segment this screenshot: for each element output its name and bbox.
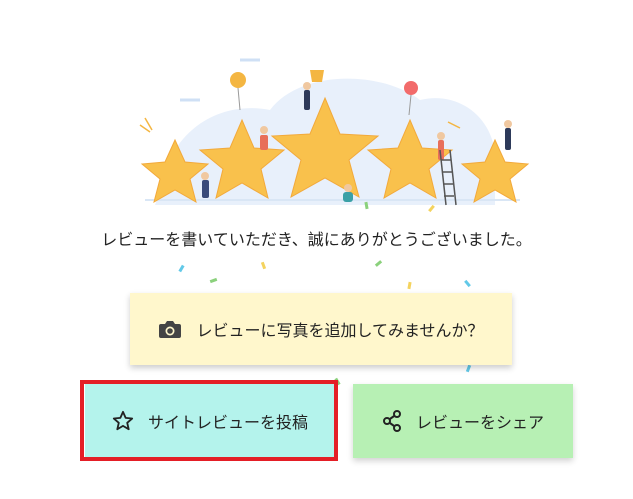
camera-icon bbox=[158, 319, 182, 339]
add-photo-label: レビューに写真を追加してみませんか？ bbox=[196, 321, 484, 340]
share-icon bbox=[382, 410, 402, 432]
post-site-review-label: サイトレビューを投稿 bbox=[147, 413, 308, 432]
confetti bbox=[209, 277, 218, 284]
confetti bbox=[465, 364, 472, 373]
star-icon bbox=[112, 410, 134, 432]
review-stars-illustration bbox=[139, 58, 530, 206]
confetti bbox=[334, 377, 341, 386]
confetti bbox=[260, 261, 267, 270]
share-review-label: レビューをシェア bbox=[415, 413, 544, 432]
confetti bbox=[464, 279, 471, 288]
share-review-button[interactable]: レビューをシェア bbox=[353, 384, 573, 458]
post-site-review-button[interactable]: サイトレビューを投稿 bbox=[85, 384, 335, 458]
thank-you-message: レビューを書いていただき、誠にありがとうございました。 bbox=[101, 230, 532, 249]
confetti bbox=[374, 260, 383, 267]
confetti bbox=[407, 281, 412, 290]
add-photo-button[interactable]: レビューに写真を追加してみませんか？ bbox=[130, 293, 512, 365]
confetti bbox=[178, 264, 185, 273]
